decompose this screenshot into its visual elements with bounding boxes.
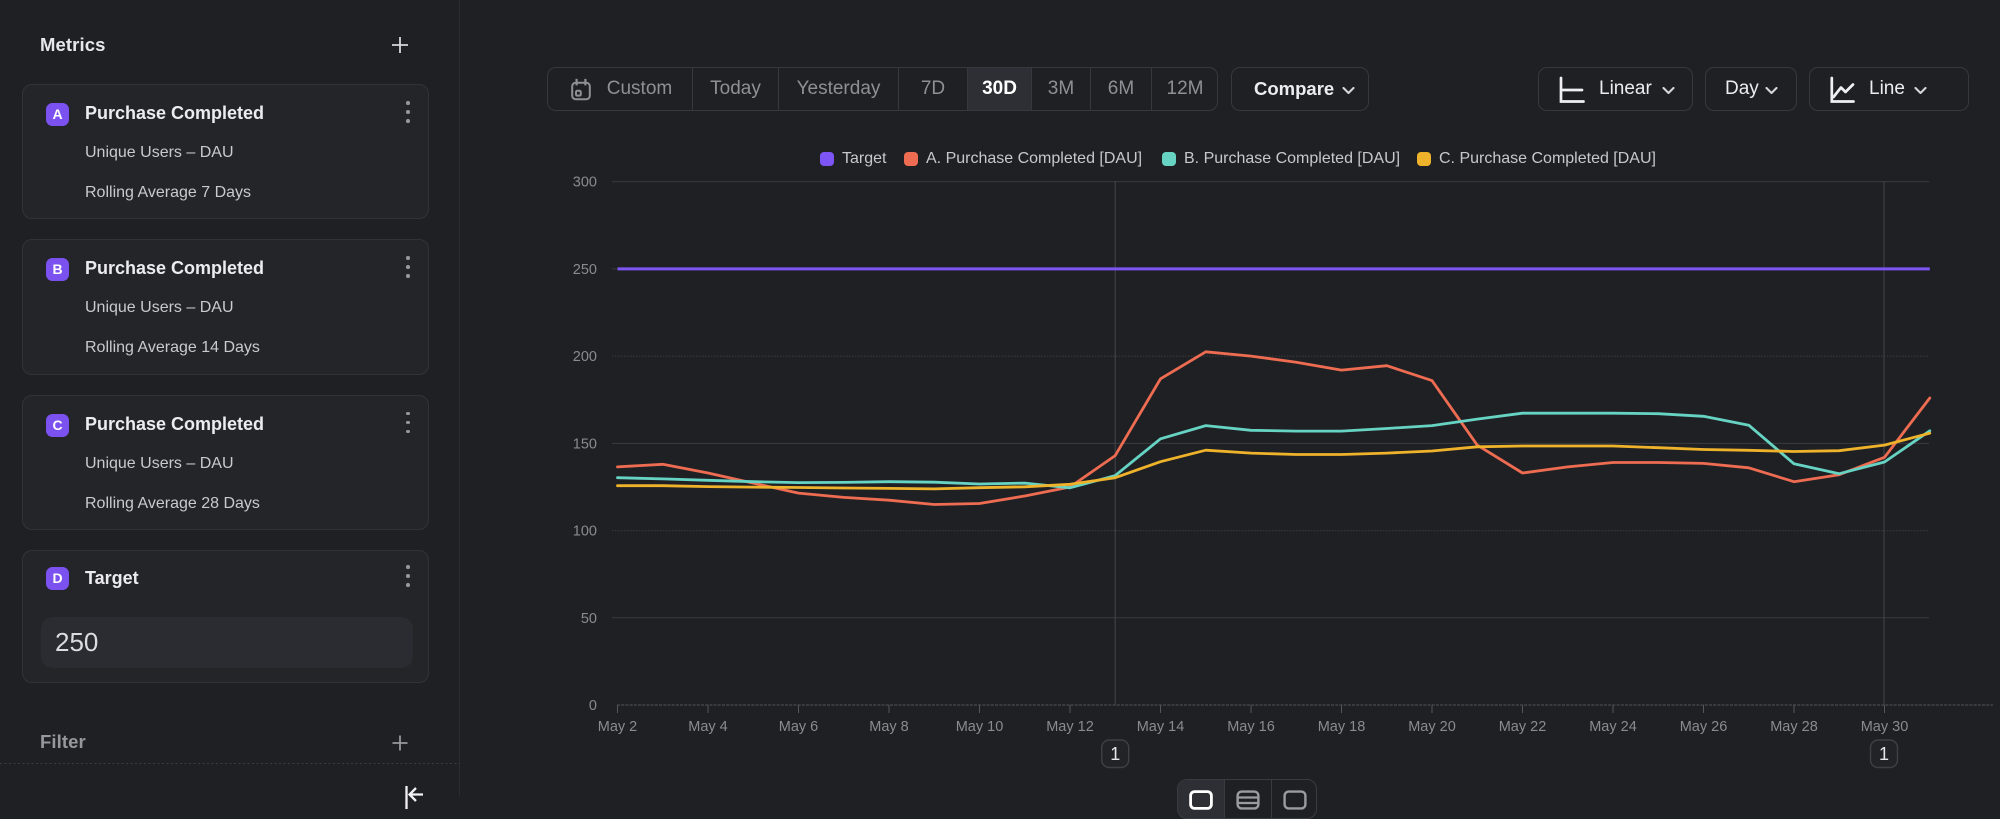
svg-text:1: 1 bbox=[1879, 744, 1889, 764]
svg-text:1: 1 bbox=[1110, 744, 1120, 764]
svg-text:300: 300 bbox=[573, 175, 597, 191]
svg-text:May 30: May 30 bbox=[1861, 719, 1909, 735]
svg-text:May 16: May 16 bbox=[1227, 719, 1275, 735]
svg-text:May 20: May 20 bbox=[1408, 719, 1456, 735]
svg-text:May 28: May 28 bbox=[1770, 719, 1818, 735]
svg-text:May 18: May 18 bbox=[1318, 719, 1366, 735]
svg-text:0: 0 bbox=[589, 698, 597, 714]
svg-text:May 6: May 6 bbox=[779, 719, 819, 735]
svg-text:150: 150 bbox=[573, 436, 597, 452]
svg-text:May 14: May 14 bbox=[1137, 719, 1185, 735]
svg-text:100: 100 bbox=[573, 524, 597, 540]
svg-text:250: 250 bbox=[573, 262, 597, 278]
svg-text:May 2: May 2 bbox=[598, 719, 638, 735]
svg-text:May 10: May 10 bbox=[956, 719, 1004, 735]
svg-text:May 12: May 12 bbox=[1046, 719, 1094, 735]
svg-text:May 22: May 22 bbox=[1499, 719, 1547, 735]
svg-text:200: 200 bbox=[573, 349, 597, 365]
svg-text:50: 50 bbox=[581, 611, 597, 627]
svg-text:May 8: May 8 bbox=[869, 719, 909, 735]
svg-text:May 4: May 4 bbox=[688, 719, 728, 735]
svg-text:May 26: May 26 bbox=[1680, 719, 1728, 735]
svg-text:May 24: May 24 bbox=[1589, 719, 1637, 735]
